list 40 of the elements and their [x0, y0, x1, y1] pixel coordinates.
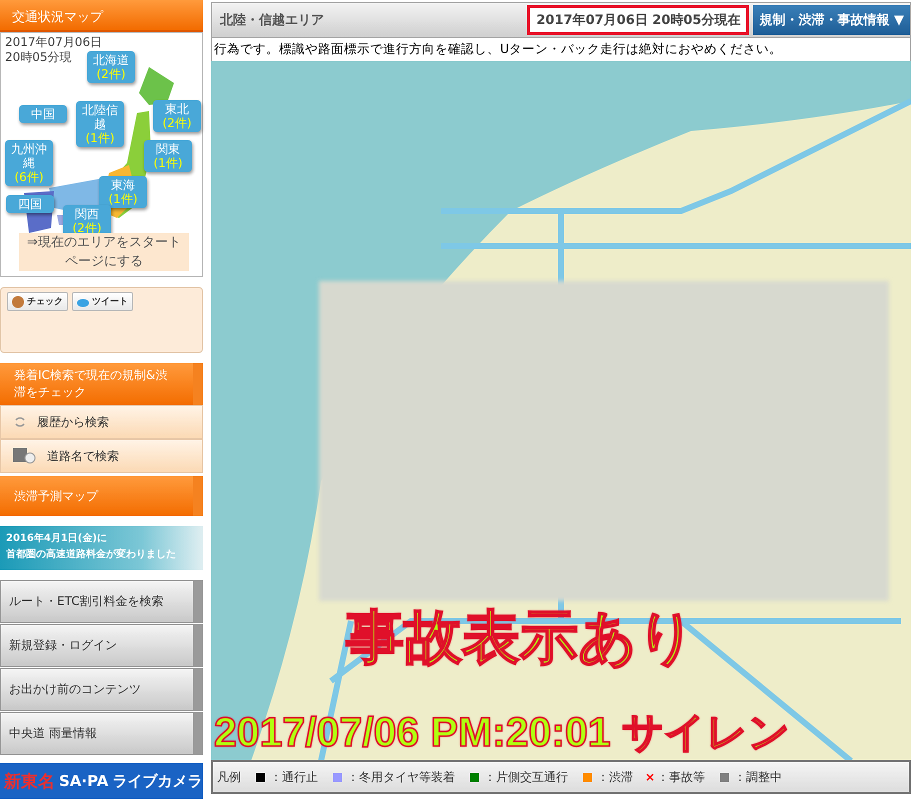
menu-button[interactable]: ルート・ETC割引料金を検索 — [0, 580, 203, 623]
info-dropdown-button[interactable]: 規制・渋滞・事故情報 ▼ — [753, 5, 910, 35]
overlay-headline: 事故表示あり — [346, 606, 696, 670]
refresh-icon — [13, 415, 27, 429]
region-button[interactable]: 北海道 (2件) — [87, 51, 135, 83]
region-button[interactable]: 四国 — [6, 195, 54, 213]
search-option-button[interactable]: 道路名で検索 — [0, 439, 203, 473]
legend-label: ：事故等 — [657, 768, 706, 786]
legend-label: ：渋滞 — [597, 768, 633, 786]
share-button[interactable]: ツイート — [72, 292, 133, 311]
timestamp: 2017年07月06日 20時05分現在 — [527, 5, 750, 35]
menu-button[interactable]: 中央道 雨量情報 — [0, 712, 203, 755]
menu-button[interactable]: お出かけ前のコンテンツ — [0, 668, 203, 711]
region-button[interactable]: 東海 (1件) — [99, 176, 147, 208]
toll-notice-banner[interactable]: 2016年4月1日(金)に 首都圏の高速道路料金が変わりました — [0, 526, 203, 570]
region-button[interactable]: 関東 (1件) — [144, 140, 192, 172]
region-button[interactable]: 北陸信越 (1件) — [76, 101, 124, 147]
menu-button[interactable]: 新規登録・ログイン — [0, 624, 203, 667]
legend-label: ：片側交互通行 — [484, 768, 568, 786]
area-title: 北陸・信越エリア — [220, 12, 325, 29]
overlay-caption: 2017/07/06 PM:20:01 サイレン — [214, 710, 790, 756]
share-button[interactable]: チェック — [7, 292, 68, 311]
region-button[interactable]: 東北 (2件) — [153, 100, 201, 132]
legend-title: 凡例 — [217, 768, 241, 786]
legend-label: ：調整中 — [734, 768, 782, 786]
legend-label: ：冬用タイヤ等装着 — [347, 768, 455, 786]
ic-search-button[interactable]: 発着IC検索で現在の規制&渋滞をチェック — [0, 363, 203, 405]
map-header: 交通状況マップ — [0, 0, 203, 32]
legend-symbol: × — [645, 770, 656, 784]
search-option-button[interactable]: 履歴から検索 — [0, 405, 203, 439]
legend-label: ：通行止 — [270, 768, 318, 786]
map-date: 2017年07月06日 — [5, 35, 102, 50]
region-button[interactable]: 中国 — [19, 105, 67, 123]
map-date: 20時05分現 — [5, 50, 72, 65]
start-page-link[interactable]: ⇒現在のエリアをスタートページにする — [19, 233, 189, 271]
forecast-map-button[interactable]: 渋滞予測マップ — [0, 476, 203, 516]
live-camera-banner[interactable]: 新東名 SA·PA ライブカメラ — [0, 763, 203, 799]
region-button[interactable]: 九州沖縄 (6件) — [5, 140, 53, 186]
magnifier-icon — [13, 447, 37, 465]
island-shape — [139, 67, 174, 105]
